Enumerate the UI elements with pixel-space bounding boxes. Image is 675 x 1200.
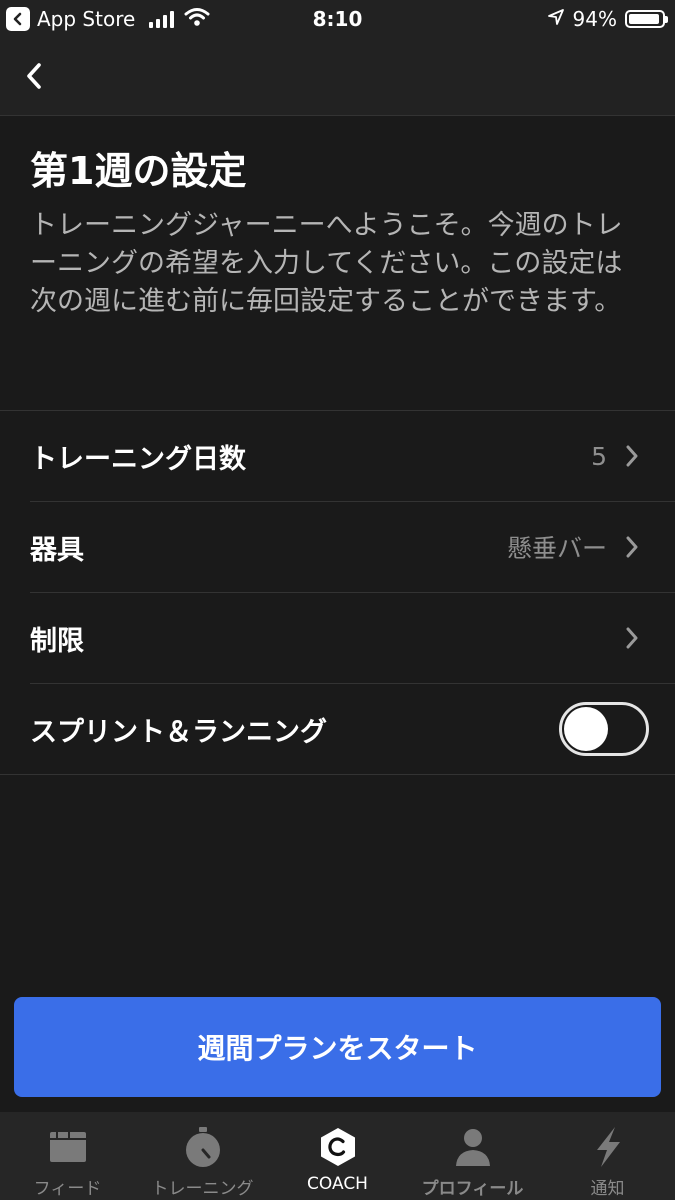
chevron-right-icon: [625, 626, 639, 650]
equipment-row[interactable]: 器具 懸垂バー: [30, 502, 675, 593]
feed-icon: [48, 1126, 88, 1168]
sprint-running-row: スプリント＆ランニング: [0, 684, 675, 775]
settings-list: トレーニング日数 5 器具 懸垂バー 制限 スプリント＆ランニング: [0, 410, 675, 775]
lightning-icon: [591, 1126, 625, 1168]
location-arrow-icon: [547, 8, 565, 30]
sprint-running-label: スプリント＆ランニング: [30, 716, 327, 748]
equipment-label: 器具: [30, 534, 84, 566]
battery-percent: 94%: [572, 7, 617, 31]
status-bar: App Store 8:10 94%: [0, 0, 675, 38]
tab-feed-label: フィード: [33, 1179, 102, 1199]
tab-profile[interactable]: プロフィール: [405, 1112, 540, 1200]
tab-bar: フィード トレーニング COACH プロフィール 通知: [0, 1112, 675, 1200]
equipment-value: 懸垂バー: [506, 534, 607, 563]
training-days-label: トレーニング日数: [30, 443, 246, 475]
coach-hexagon-icon: [317, 1126, 359, 1168]
chevron-right-icon: [625, 535, 639, 559]
limits-label: 制限: [30, 625, 84, 657]
tab-notifications-label: 通知: [590, 1179, 625, 1199]
page-title: 第1週の設定: [30, 149, 247, 193]
tab-coach-label: COACH: [307, 1174, 368, 1194]
battery-icon: [625, 10, 668, 28]
tab-notifications[interactable]: 通知: [540, 1112, 675, 1200]
chevron-left-icon: [27, 63, 41, 89]
person-icon: [453, 1126, 493, 1168]
tab-coach[interactable]: COACH: [270, 1112, 405, 1200]
chevron-right-icon: [625, 444, 639, 468]
page-description: トレーニングジャーニーへようこそ。今週のトレーニングの希望を入力してください。こ…: [30, 210, 623, 317]
navigation-bar: [0, 38, 675, 116]
back-button[interactable]: [18, 60, 50, 92]
training-days-row[interactable]: トレーニング日数 5: [30, 411, 675, 502]
toggle-knob: [564, 707, 608, 751]
tab-training-label: トレーニング: [151, 1179, 254, 1199]
start-weekly-plan-button[interactable]: 週間プランをスタート: [14, 997, 661, 1097]
stopwatch-icon: [183, 1126, 223, 1168]
limits-row[interactable]: 制限: [30, 593, 675, 684]
training-days-value: 5: [591, 441, 607, 471]
tab-feed[interactable]: フィード: [0, 1112, 135, 1200]
sprint-running-toggle[interactable]: [559, 702, 649, 756]
tab-profile-label: プロフィール: [421, 1179, 524, 1199]
tab-training[interactable]: トレーニング: [135, 1112, 270, 1200]
